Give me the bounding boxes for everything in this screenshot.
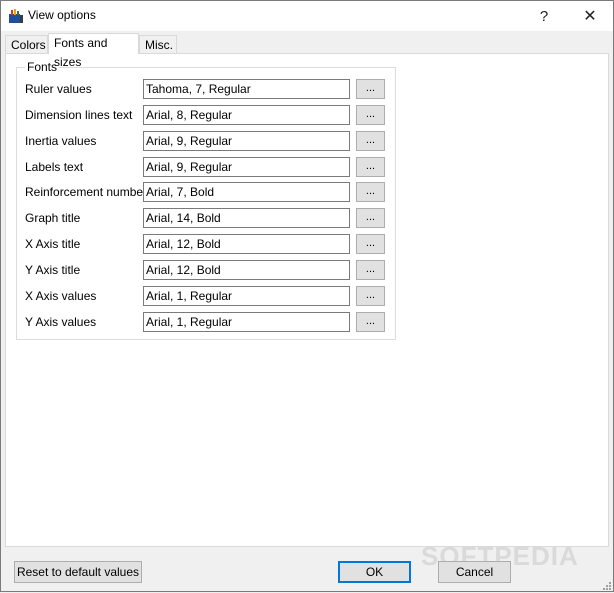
font-value-field[interactable]: Arial, 1, Regular [143,286,350,306]
browse-font-button[interactable]: ... [356,182,385,202]
font-value-field[interactable]: Tahoma, 7, Regular [143,79,350,99]
font-row-label: Dimension lines text [25,108,133,122]
font-row-y-axis-title: Y Axis title Arial, 12, Bold ... [17,260,397,282]
font-row-graph-title: Graph title Arial, 14, Bold ... [17,208,397,230]
font-row-label: Y Axis values [25,315,97,329]
font-value-field[interactable]: Arial, 12, Bold [143,260,350,280]
close-button[interactable]: ✕ [567,1,613,31]
font-value-field[interactable]: Arial, 7, Bold [143,182,350,202]
font-row-x-axis-values: X Axis values Arial, 1, Regular ... [17,286,397,308]
browse-font-button[interactable]: ... [356,79,385,99]
font-row-label: X Axis title [25,237,81,251]
font-row-label: Graph title [25,211,81,225]
font-row-x-axis-title: X Axis title Arial, 12, Bold ... [17,234,397,256]
font-row-y-axis-values: Y Axis values Arial, 1, Regular ... [17,312,397,334]
font-row-ruler-values: Ruler values Tahoma, 7, Regular ... [17,79,397,101]
font-row-label: Y Axis title [25,263,81,277]
resize-grip-icon[interactable] [601,579,611,590]
help-button[interactable]: ? [521,1,567,31]
font-row-inertia-values: Inertia values Arial, 9, Regular ... [17,131,397,153]
tab-misc[interactable]: Misc. [139,35,177,53]
browse-font-button[interactable]: ... [356,131,385,151]
font-value-field[interactable]: Arial, 9, Regular [143,131,350,151]
browse-font-button[interactable]: ... [356,105,385,125]
font-row-dimension-lines-text: Dimension lines text Arial, 8, Regular .… [17,105,397,127]
view-options-dialog: View options ? ✕ Colors Fonts and sizes … [0,0,614,592]
fonts-groupbox: Fonts Ruler values Tahoma, 7, Regular ..… [16,60,397,340]
font-value-field[interactable]: Arial, 14, Bold [143,208,350,228]
help-icon: ? [539,7,549,25]
font-row-label: Ruler values [25,82,92,96]
reset-defaults-button[interactable]: Reset to default values [14,561,142,583]
font-value-field[interactable]: Arial, 1, Regular [143,312,350,332]
browse-font-button[interactable]: ... [356,260,385,280]
font-row-reinforcement-number: Reinforcement number Arial, 7, Bold ... [17,182,397,204]
font-row-label: X Axis values [25,289,97,303]
font-value-field[interactable]: Arial, 8, Regular [143,105,350,125]
close-icon: ✕ [583,8,597,25]
browse-font-button[interactable]: ... [356,157,385,177]
font-row-label: Reinforcement number [25,185,148,199]
font-value-field[interactable]: Arial, 9, Regular [143,157,350,177]
font-row-label: Inertia values [25,134,97,148]
browse-font-button[interactable]: ... [356,234,385,254]
font-value-field[interactable]: Arial, 12, Bold [143,234,350,254]
tab-fonts-and-sizes[interactable]: Fonts and sizes [48,33,139,69]
cancel-button[interactable]: Cancel [438,561,511,583]
tab-colors[interactable]: Colors [5,35,48,53]
browse-font-button[interactable]: ... [356,208,385,228]
ok-button[interactable]: OK [338,561,411,583]
browse-font-button[interactable]: ... [356,312,385,332]
tab-panel-fonts-and-sizes: Fonts Ruler values Tahoma, 7, Regular ..… [5,53,609,547]
font-row-labels-text: Labels text Arial, 9, Regular ... [17,157,397,179]
font-row-label: Labels text [25,160,84,174]
browse-font-button[interactable]: ... [356,286,385,306]
app-icon [8,8,24,24]
title-bar: View options ? ✕ [1,1,613,31]
window-title: View options [28,8,96,22]
